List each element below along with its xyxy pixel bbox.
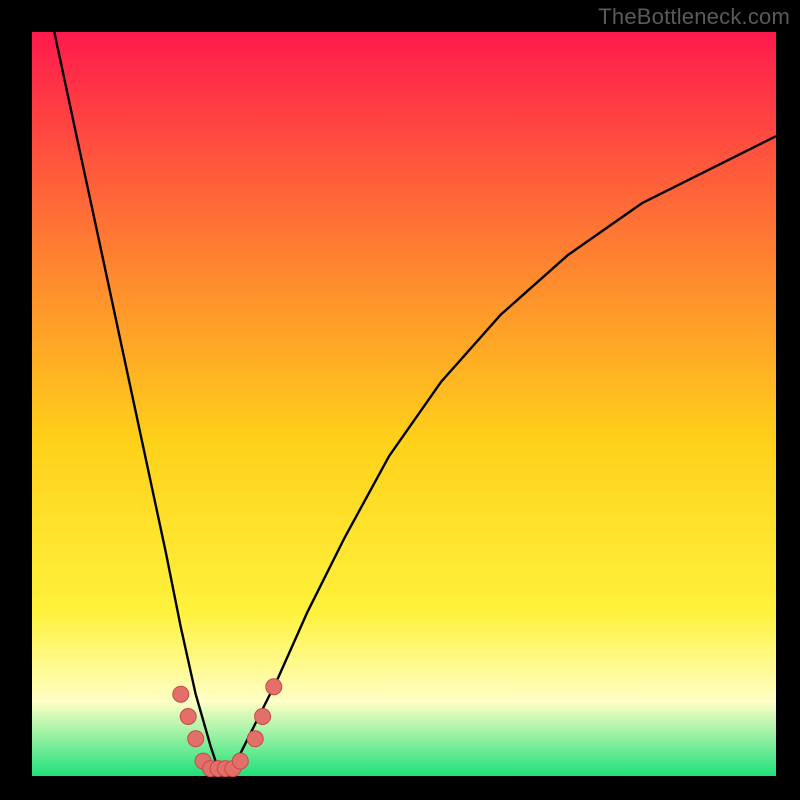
chart-svg: [0, 0, 800, 800]
attribution-text: TheBottleneck.com: [598, 4, 790, 30]
marker-point: [173, 686, 189, 702]
marker-point: [266, 679, 282, 695]
marker-point: [255, 709, 271, 725]
marker-point: [247, 731, 263, 747]
plot-background: [32, 32, 776, 776]
marker-point: [232, 753, 248, 769]
chart-frame: TheBottleneck.com: [0, 0, 800, 800]
marker-point: [180, 709, 196, 725]
marker-point: [188, 731, 204, 747]
